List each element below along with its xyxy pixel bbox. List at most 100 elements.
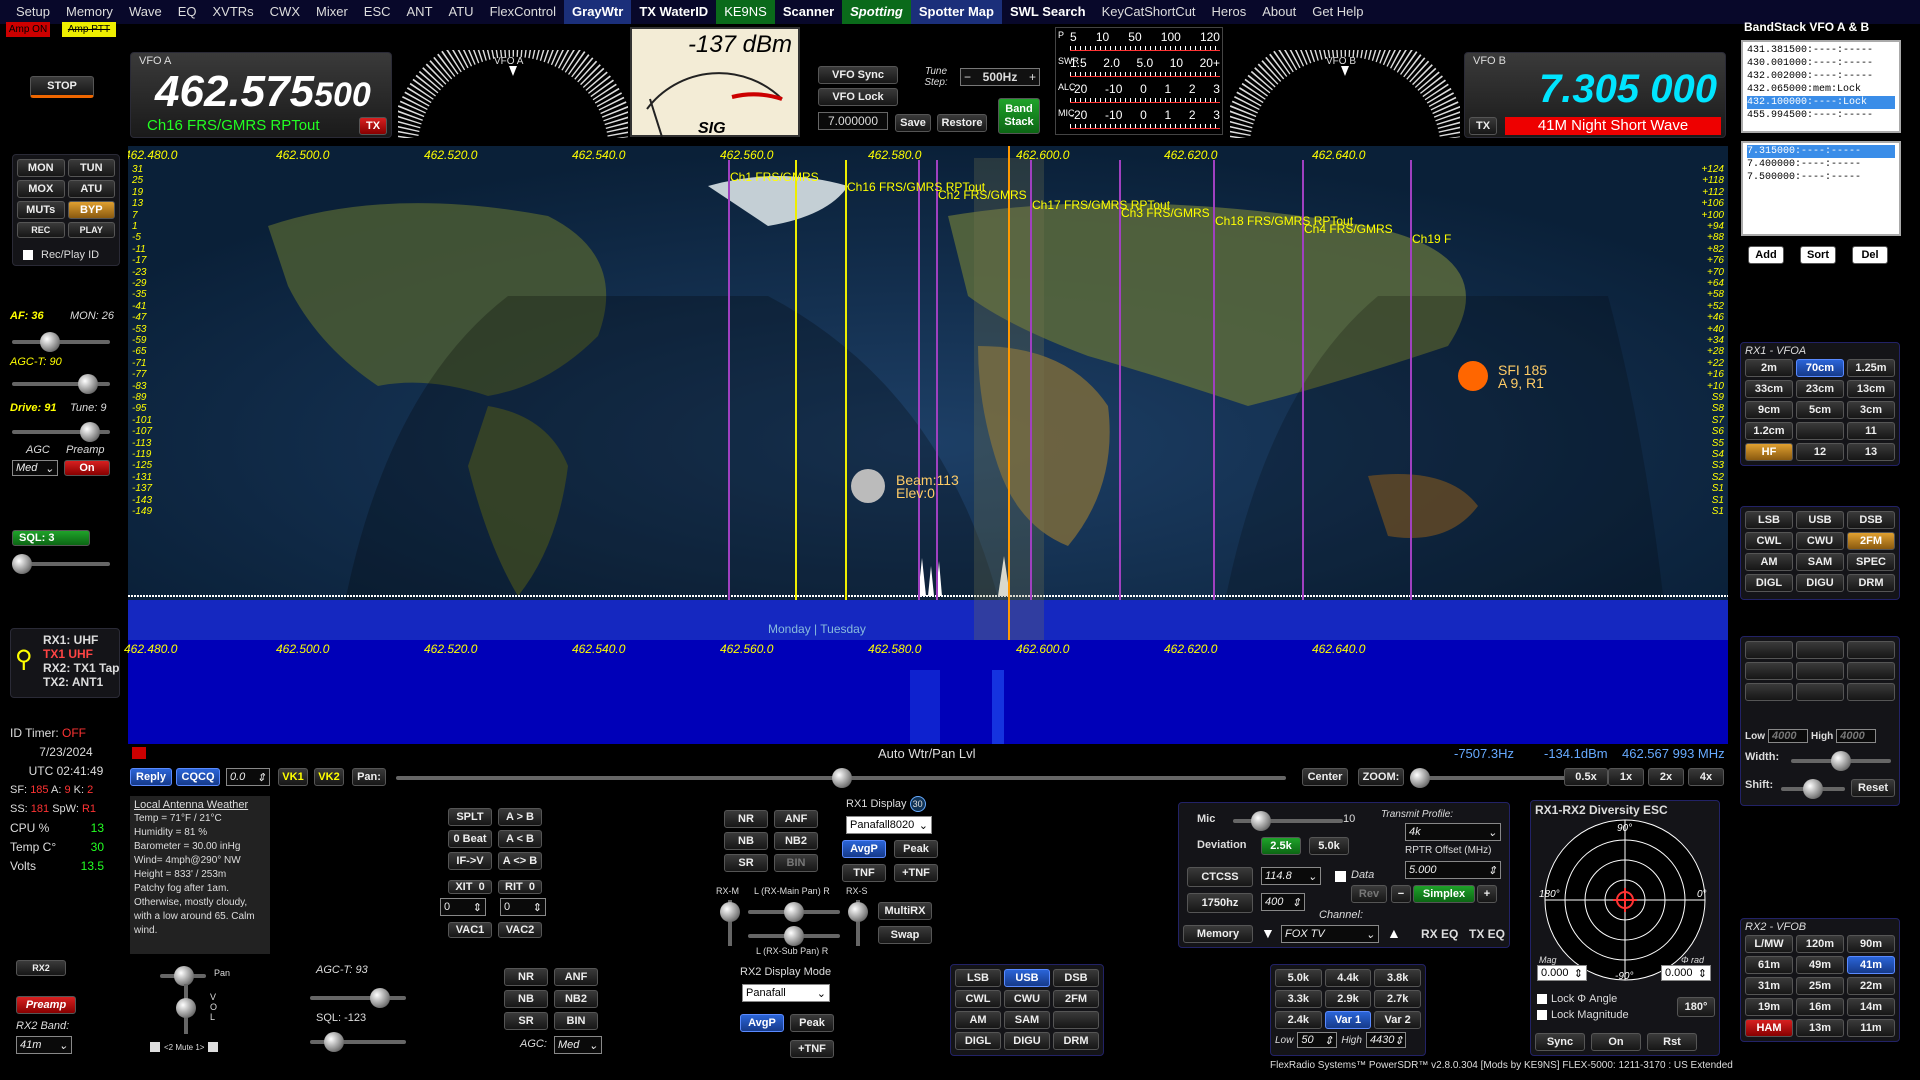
agc-t-slider[interactable]: [12, 374, 110, 394]
rx2-band-49m[interactable]: 49m: [1796, 956, 1844, 974]
a-to-b-button[interactable]: A > B: [498, 808, 542, 826]
rx1-plus-tnf-button[interactable]: +TNF: [894, 864, 938, 882]
rx1-mode-lsb[interactable]: LSB: [1745, 511, 1793, 529]
agc-select[interactable]: Med ⌄: [12, 460, 58, 476]
a-swap-b-button[interactable]: A <> B: [498, 852, 542, 870]
vac1-button[interactable]: VAC1: [448, 922, 492, 938]
menu-item-eq[interactable]: EQ: [170, 0, 205, 24]
bandstack-add-button[interactable]: Add: [1748, 246, 1784, 264]
rx2-agc-t-slider[interactable]: [310, 988, 406, 1008]
rx2-band-ham[interactable]: HAM: [1745, 1019, 1793, 1037]
menu-item-spotting[interactable]: Spotting: [842, 0, 911, 24]
rx1-mode-digu[interactable]: DIGU: [1796, 574, 1844, 592]
filter-slot-9[interactable]: [1847, 683, 1895, 701]
channel-down-icon[interactable]: ▼: [1261, 925, 1275, 941]
rx2-band-90m[interactable]: 90m: [1847, 935, 1895, 953]
rx2-avgp-button[interactable]: AvgP: [740, 1014, 784, 1032]
filter-2-9k[interactable]: 2.9k: [1324, 990, 1372, 1008]
rx2-mute-control[interactable]: <2 Mute 1>: [150, 1042, 219, 1052]
tune-step-minus[interactable]: −: [964, 70, 971, 84]
filter-slot-4[interactable]: [1745, 662, 1793, 680]
menu-item-swl-search[interactable]: SWL Search: [1002, 0, 1094, 24]
preamp-button[interactable]: On: [64, 460, 110, 476]
rx1-nr-button[interactable]: NR: [724, 810, 768, 828]
rx2-band-l-mw[interactable]: L/MW: [1745, 935, 1793, 953]
vfo-sync-button[interactable]: VFO Sync: [818, 66, 898, 84]
rx1-anf-button[interactable]: ANF: [774, 810, 818, 828]
rx1-band-12[interactable]: 12: [1796, 443, 1844, 461]
reply-button[interactable]: Reply: [130, 768, 172, 786]
rx2-mode-sam[interactable]: SAM: [1004, 1011, 1050, 1029]
spot-label[interactable]: Ch4 FRS/GMRS: [1304, 222, 1393, 236]
spot-label[interactable]: Ch3 FRS/GMRS: [1121, 206, 1210, 220]
rit-button[interactable]: RIT 0: [498, 880, 542, 894]
lock-magnitude-checkbox[interactable]: [1537, 1010, 1547, 1020]
save-button[interactable]: Save: [895, 114, 931, 132]
rit-input[interactable]: 0 ⇕: [500, 898, 546, 916]
rx2-mode-digl[interactable]: DIGL: [955, 1032, 1001, 1050]
rx1-band-2m[interactable]: 2m: [1745, 359, 1793, 377]
mic-slider[interactable]: [1233, 811, 1343, 831]
filter-slot-3[interactable]: [1847, 641, 1895, 659]
tune-step-control[interactable]: −500Hz +: [960, 68, 1040, 86]
spot-label[interactable]: Ch19 F: [1412, 232, 1451, 246]
multirx-button[interactable]: MultiRX: [878, 902, 932, 920]
xit-button[interactable]: XIT 0: [448, 880, 492, 894]
filter-r-high-input[interactable]: 4000: [1836, 729, 1877, 743]
bandstack-b-item[interactable]: 7.400000:----:-----: [1747, 158, 1895, 171]
rx2-mode-am[interactable]: AM: [955, 1011, 1001, 1029]
bandstack-a-list[interactable]: 431.381500:----:----- 430.001000:----:---…: [1741, 40, 1901, 133]
tune-step-plus[interactable]: +: [1029, 70, 1036, 84]
rx1-band-33cm[interactable]: 33cm: [1745, 380, 1793, 398]
mon-button[interactable]: MON: [17, 159, 65, 177]
tone-400-input[interactable]: 400 ⇕: [1261, 893, 1305, 911]
menu-item-ke9ns[interactable]: KE9NS: [716, 0, 775, 24]
simplex-button[interactable]: Simplex: [1413, 885, 1475, 903]
channel-up-icon[interactable]: ▲: [1387, 925, 1401, 941]
rx2-pan-slider[interactable]: [160, 966, 206, 986]
tun-button[interactable]: TUN: [67, 159, 115, 177]
bandstack-a-item[interactable]: 455.994500:----:-----: [1747, 109, 1895, 122]
filter-reset-button[interactable]: Reset: [1851, 779, 1895, 797]
menu-item-xvtrs[interactable]: XVTRs: [204, 0, 261, 24]
rx2-band-31m[interactable]: 31m: [1745, 977, 1793, 995]
vac2-button[interactable]: VAC2: [498, 922, 542, 938]
transmit-profile-select[interactable]: 4k ⌄: [1405, 823, 1501, 841]
bandstack-b-item[interactable]: 7.315000:----:-----: [1747, 145, 1895, 158]
vfo-lock-button[interactable]: VFO Lock: [818, 88, 898, 106]
rx2-bin-button[interactable]: BIN: [554, 1012, 598, 1030]
rx1-mode-drm[interactable]: DRM: [1847, 574, 1895, 592]
stop-button[interactable]: STOP: [30, 76, 94, 98]
rx1-band-hf[interactable]: HF: [1745, 443, 1793, 461]
rx1-band-5cm[interactable]: 5cm: [1796, 401, 1844, 419]
rec-button[interactable]: REC: [17, 222, 65, 238]
filter-5-0k[interactable]: 5.0k: [1275, 969, 1322, 987]
menu-item-cwx[interactable]: CWX: [262, 0, 308, 24]
ctcss-select[interactable]: 114.8 ⌄: [1261, 867, 1321, 885]
filter-r-low-input[interactable]: 4000: [1768, 729, 1808, 743]
zoom-2x-button[interactable]: 2x: [1648, 768, 1684, 786]
vfo-b-tx-button[interactable]: TX: [1469, 117, 1497, 135]
spot-label[interactable]: Ch2 FRS/GMRS: [938, 188, 1027, 202]
data-checkbox[interactable]: [1335, 871, 1346, 882]
menu-item-about[interactable]: About: [1254, 0, 1304, 24]
rx-main-pan-slider[interactable]: [748, 902, 840, 922]
rptr-offset-input[interactable]: 5.000 ⇕: [1405, 861, 1501, 879]
rx2-mode-dsb[interactable]: DSB: [1053, 969, 1099, 987]
menu-item-ant[interactable]: ANT: [399, 0, 441, 24]
rx1-nb-button[interactable]: NB: [724, 832, 768, 850]
offset-minus-button[interactable]: −: [1391, 885, 1411, 903]
menu-item-tx-waterid[interactable]: TX WaterID: [631, 0, 716, 24]
rx-eq-button[interactable]: RX EQ: [1421, 927, 1458, 941]
filter-var-2[interactable]: Var 2: [1374, 1011, 1421, 1029]
menu-item-flexcontrol[interactable]: FlexControl: [482, 0, 564, 24]
filter-3-3k[interactable]: 3.3k: [1275, 990, 1322, 1008]
ctcss-button[interactable]: CTCSS: [1187, 867, 1253, 887]
vfo-a-tx-button[interactable]: TX: [359, 117, 387, 135]
center-button[interactable]: Center: [1302, 768, 1348, 786]
rx2-mode-cwl[interactable]: CWL: [955, 990, 1001, 1008]
rx2-plus-tnf-button[interactable]: +TNF: [790, 1040, 834, 1058]
zoom-4x-button[interactable]: 4x: [1688, 768, 1724, 786]
rx1-sr-button[interactable]: SR: [724, 854, 768, 872]
filter-slot-6[interactable]: [1847, 662, 1895, 680]
